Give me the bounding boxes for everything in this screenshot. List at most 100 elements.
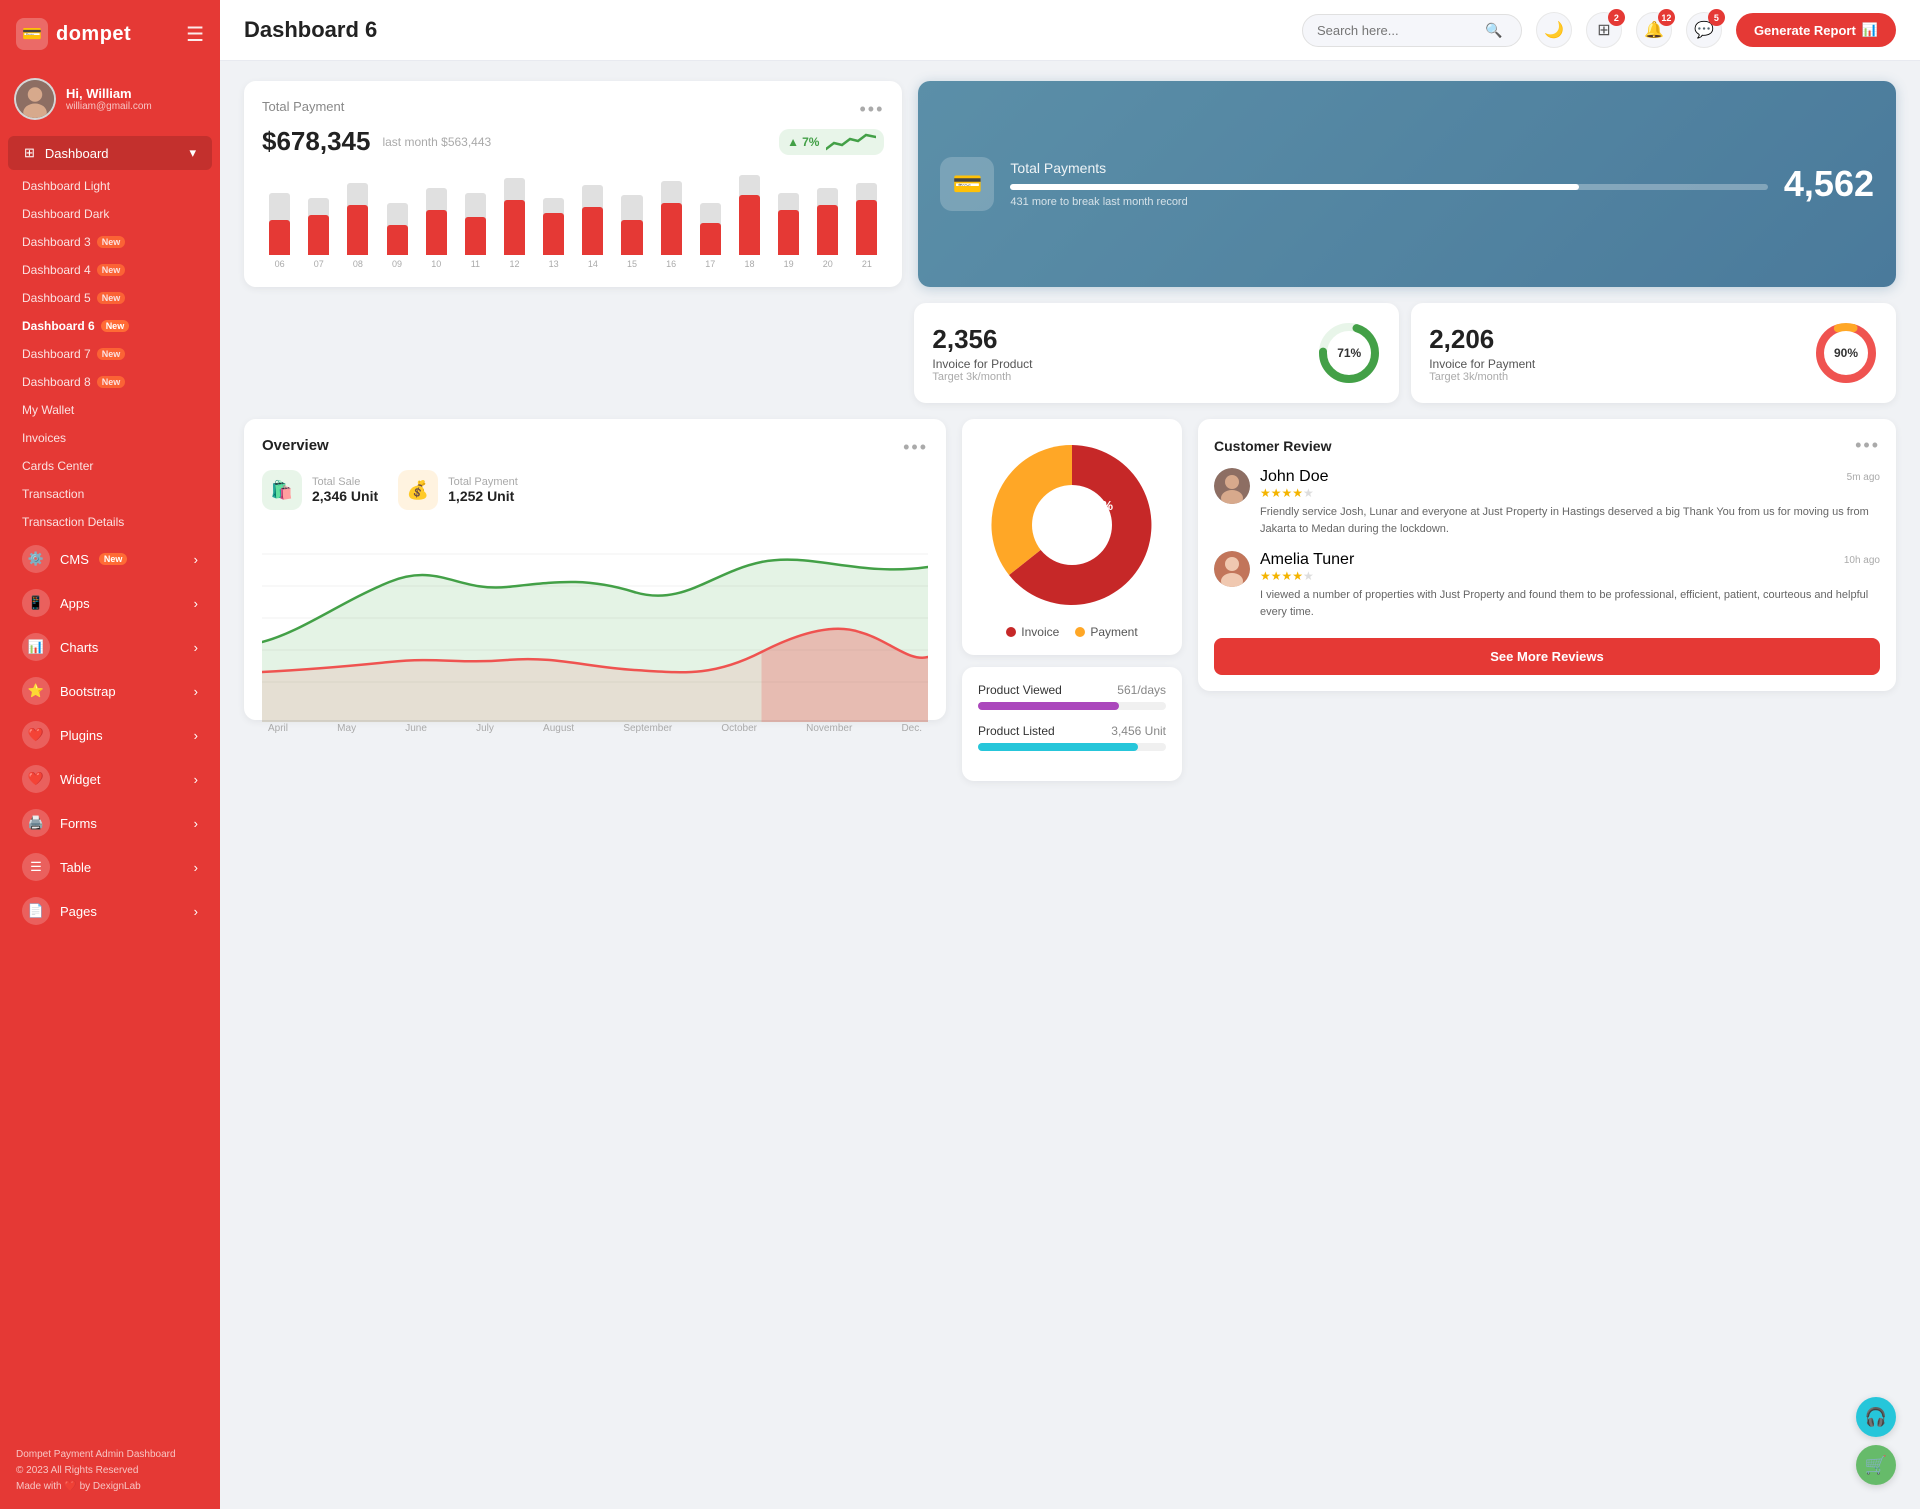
menu-icon: 📊: [22, 633, 50, 661]
sidebar-menu-charts[interactable]: 📊 Charts ›: [8, 626, 212, 668]
overview-stats: 🛍️ Total Sale 2,346 Unit 💰 Total Payment…: [262, 470, 928, 510]
see-more-reviews-button[interactable]: See More Reviews: [1214, 638, 1880, 675]
invoice-product-donut: 71%: [1317, 321, 1381, 385]
bar-group-2: [340, 165, 375, 255]
sidebar-item-transaction-details[interactable]: Transaction Details: [0, 508, 220, 536]
review-time-2: 10h ago: [1844, 555, 1880, 566]
bar-red-8: [582, 207, 603, 255]
blue-stat-card: 💳 Total Payments 431 more to break last …: [918, 81, 1896, 287]
sidebar-item-left: Dashboard Light: [22, 179, 110, 193]
sidebar-item-cards-center[interactable]: Cards Center: [0, 452, 220, 480]
legend-invoice: Invoice: [1006, 625, 1059, 639]
bar-group-9: [614, 165, 649, 255]
trend-arrow: ▲: [787, 135, 799, 149]
sidebar-footer: Dompet Payment Admin Dashboard © 2023 Al…: [0, 1433, 220, 1509]
sidebar-item-dashboard-5[interactable]: Dashboard 5New: [0, 284, 220, 312]
user-info: Hi, William william@gmail.com: [66, 86, 152, 112]
area-chart: April May June July August September Oct…: [262, 522, 928, 702]
cart-float-button[interactable]: 🛒: [1856, 1445, 1896, 1485]
menu-icon: ❤️: [22, 721, 50, 749]
menu-arrow: ›: [194, 816, 198, 831]
sidebar-item-dashboard-7[interactable]: Dashboard 7New: [0, 340, 220, 368]
sidebar-item-dashboard-light[interactable]: Dashboard Light: [0, 172, 220, 200]
badge-new: New: [97, 376, 126, 388]
sidebar-item-invoices[interactable]: Invoices: [0, 424, 220, 452]
hamburger-icon[interactable]: ☰: [186, 22, 204, 47]
x-label-november: November: [806, 723, 852, 734]
invoice-product-sub: Target 3k/month: [932, 371, 1032, 383]
review-title: Customer Review: [1214, 438, 1331, 454]
sidebar-item-left: Dashboard 8 New: [22, 375, 125, 389]
sidebar-item-dashboard-dark[interactable]: Dashboard Dark: [0, 200, 220, 228]
sidebar-item-left: Transaction: [22, 487, 84, 501]
payment-dots-menu[interactable]: •••: [860, 99, 885, 120]
bar-label-13: 19: [771, 259, 806, 269]
invoice-product-pct: 71%: [1337, 346, 1361, 360]
nav-dashboard[interactable]: ⊞ Dashboard ▾: [8, 136, 212, 170]
review-item-2: Amelia Tuner 10h ago ★★★★★ I viewed a nu…: [1214, 551, 1880, 620]
sidebar-item-left: My Wallet: [22, 403, 74, 417]
review-dots-menu[interactable]: •••: [1855, 435, 1880, 456]
product-stats-card: Product Viewed 561/days Product Listed 3…: [962, 667, 1182, 781]
theme-toggle-button[interactable]: 🌙: [1536, 12, 1572, 48]
bar-label-12: 18: [732, 259, 767, 269]
menu-arrow: ›: [194, 728, 198, 743]
headphone-icon: 🎧: [1865, 1407, 1887, 1428]
sidebar-menu-table[interactable]: ☰ Table ›: [8, 846, 212, 888]
badge-new: New: [97, 264, 126, 276]
bar-label-8: 14: [575, 259, 610, 269]
nav-item-label: Dashboard 8: [22, 375, 91, 389]
sidebar-item-dashboard-6[interactable]: Dashboard 6New: [0, 312, 220, 340]
apps-icon: ⊞: [1597, 20, 1610, 40]
menu-label: CMS: [60, 552, 89, 567]
sidebar-menu-plugins[interactable]: ❤️ Plugins ›: [8, 714, 212, 756]
bar-group-1: [301, 165, 336, 255]
sidebar-item-transaction[interactable]: Transaction: [0, 480, 220, 508]
product-viewed-name: Product Viewed: [978, 683, 1062, 697]
stat-sale-icon: 🛍️: [262, 470, 302, 510]
sidebar-menu-forms[interactable]: 🖨️ Forms ›: [8, 802, 212, 844]
search-box: 🔍: [1302, 14, 1522, 47]
badge-new: New: [97, 292, 126, 304]
sidebar-item-dashboard-3[interactable]: Dashboard 3New: [0, 228, 220, 256]
review-time-1: 5m ago: [1847, 472, 1880, 483]
overview-card: Overview ••• 🛍️ Total Sale 2,346 Unit 💰: [244, 419, 946, 720]
moon-icon: 🌙: [1544, 20, 1564, 40]
overview-dots-menu[interactable]: •••: [903, 437, 928, 458]
nav-item-label: Dashboard Dark: [22, 207, 109, 221]
sidebar-item-dashboard-8[interactable]: Dashboard 8 New: [0, 368, 220, 396]
trend-value: 7%: [802, 135, 819, 149]
stat-total-sale: 🛍️ Total Sale 2,346 Unit: [262, 470, 378, 510]
sidebar-item-my-wallet[interactable]: My Wallet: [0, 396, 220, 424]
main: Dashboard 6 🔍 🌙 ⊞ 2 🔔 12 💬 5 Gene: [220, 0, 1920, 1509]
sidebar-item-dashboard-4[interactable]: Dashboard 4 New: [0, 256, 220, 284]
sidebar-item-left: Cards Center: [22, 459, 93, 473]
bar-red-2: [347, 205, 368, 255]
search-input[interactable]: [1317, 23, 1477, 38]
product-stat-viewed-header: Product Viewed 561/days: [978, 683, 1166, 697]
sidebar-item-left: Dashboard 3New: [22, 235, 125, 249]
generate-report-button[interactable]: Generate Report 📊: [1736, 13, 1896, 47]
bar-group-5: [458, 165, 493, 255]
apps-button[interactable]: ⊞ 2: [1586, 12, 1622, 48]
sidebar-menu-widget[interactable]: ❤️ Widget ›: [8, 758, 212, 800]
bell-button[interactable]: 🔔 12: [1636, 12, 1672, 48]
sidebar-menu-pages[interactable]: 📄 Pages ›: [8, 890, 212, 932]
sidebar-menu-cms[interactable]: ⚙️ CMS New ›: [8, 538, 212, 580]
product-listed-fill: [978, 743, 1138, 751]
blue-card-content: Total Payments 431 more to break last mo…: [1010, 160, 1768, 208]
username: Hi, William: [66, 86, 152, 101]
pie-svg: 62% 38%: [982, 435, 1162, 615]
legend-payment-dot: [1075, 627, 1085, 637]
bar-red-12: [739, 195, 760, 255]
stat-sale-label: Total Sale: [312, 476, 378, 488]
x-label-june: June: [405, 723, 427, 734]
overview-title: Overview: [262, 437, 329, 454]
sidebar-menu-bootstrap[interactable]: ⭐ Bootstrap ›: [8, 670, 212, 712]
menu-left: 📊 Charts: [22, 633, 98, 661]
chat-button[interactable]: 💬 5: [1686, 12, 1722, 48]
sidebar-menu-apps[interactable]: 📱 Apps ›: [8, 582, 212, 624]
menu-icon: ❤️: [22, 765, 50, 793]
nav-item-label: Dashboard 4: [22, 263, 91, 277]
support-float-button[interactable]: 🎧: [1856, 1397, 1896, 1437]
